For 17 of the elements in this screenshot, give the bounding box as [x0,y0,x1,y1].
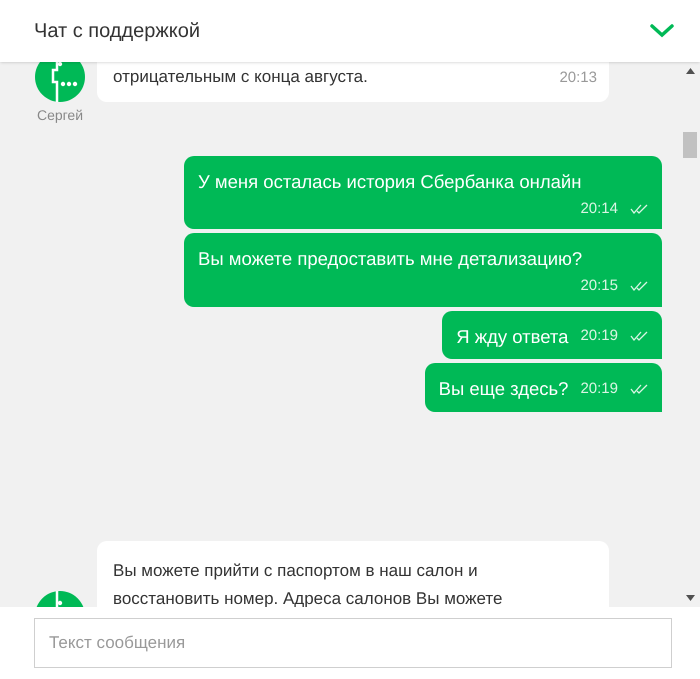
chat-title: Чат с поддержкой [34,19,200,44]
message-text: отрицательным с конца августа. [113,66,368,88]
scroll-up-icon[interactable] [686,68,694,74]
message-text: У меня осталась история Сбербанка онлайн [198,170,582,194]
message-text: Вы еще здесь? [438,377,568,402]
message-time: 20:15 [580,276,618,296]
message-time: 20:13 [559,68,597,88]
chevron-down-icon[interactable] [650,24,674,38]
message-text: Вы можете предоставить мне детализацию? [198,247,582,272]
message-input[interactable]: Текст сообщения [34,618,672,668]
scroll-thumb[interactable] [683,132,697,158]
message-time: 20:19 [580,326,618,346]
sender-name: Сергей [36,106,84,125]
message-text: Я жду ответа [456,324,568,349]
message-time: 20:19 [580,378,618,399]
scroll-down-icon[interactable] [686,595,694,601]
message-time: 20:14 [580,198,618,219]
